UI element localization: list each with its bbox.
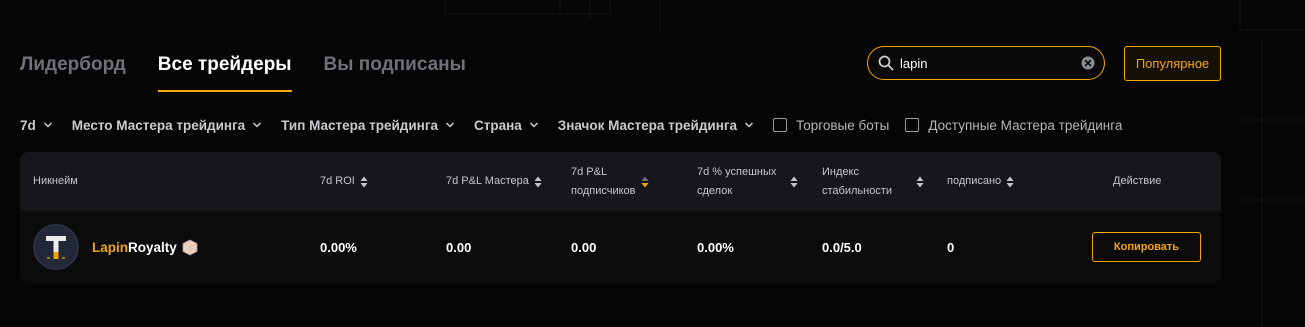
header-stability-line1: Индекс bbox=[822, 166, 859, 178]
header-nickname: Никнейм bbox=[33, 172, 78, 191]
sort-icon[interactable] bbox=[790, 176, 798, 188]
search-box bbox=[867, 46, 1105, 80]
chevron-down-icon bbox=[744, 122, 754, 128]
header-master-pnl[interactable]: 7d P&L Мастера bbox=[446, 172, 542, 191]
period-filter[interactable]: 7d bbox=[20, 118, 53, 133]
header-action-label: Действие bbox=[1113, 175, 1162, 187]
avatar[interactable] bbox=[33, 224, 79, 270]
nickname-highlight: Lapin bbox=[92, 240, 128, 255]
sort-icon[interactable] bbox=[534, 176, 542, 188]
tab-all-traders[interactable]: Все трейдеры bbox=[157, 52, 292, 92]
available-masters-label: Доступные Мастера трейдинга bbox=[928, 117, 1123, 133]
table-header: Никнейм 7d ROI 7d P&L Мастера 7d P&L под… bbox=[20, 152, 1221, 211]
subscribers-pnl-value: 0.00 bbox=[571, 240, 597, 255]
trader-nickname[interactable]: Lapin Royalty bbox=[92, 239, 199, 256]
header-action: Действие bbox=[1113, 172, 1161, 191]
search-icon bbox=[878, 55, 894, 71]
header-nickname-label: Никнейм bbox=[33, 175, 78, 187]
subscribed-value: 0 bbox=[947, 240, 955, 255]
popular-button[interactable]: Популярное bbox=[1124, 46, 1221, 81]
master-badge-filter-label: Значок Мастера трейдинга bbox=[557, 117, 737, 133]
checkbox-box[interactable] bbox=[905, 118, 920, 132]
header-win-rate-line1: 7d % успешных bbox=[697, 166, 777, 178]
avatar-icon bbox=[33, 224, 79, 270]
header-subscribers-pnl-label: 7d P&L подписчиков bbox=[571, 163, 636, 201]
chevron-down-icon bbox=[529, 122, 538, 128]
sort-icon[interactable] bbox=[1006, 176, 1014, 188]
chevron-down-icon bbox=[253, 122, 262, 128]
master-place-filter[interactable]: Место Мастера трейдинга bbox=[72, 118, 262, 133]
master-place-filter-label: Место Мастера трейдинга bbox=[71, 117, 246, 133]
master-pnl-value: 0.00 bbox=[446, 240, 472, 255]
trading-bots-label: Торговые боты bbox=[796, 117, 890, 133]
trading-bots-checkbox[interactable]: Торговые боты bbox=[773, 118, 889, 133]
master-type-filter[interactable]: Тип Мастера трейдинга bbox=[281, 118, 455, 133]
period-filter-label: 7d bbox=[20, 117, 36, 133]
header-stability-line2: стабильности bbox=[822, 185, 893, 197]
chevron-down-icon bbox=[43, 122, 52, 128]
copy-button[interactable]: Копировать bbox=[1092, 232, 1201, 262]
clear-icon[interactable] bbox=[1081, 56, 1095, 70]
header-win-rate-label: 7d % успешных сделок bbox=[697, 163, 776, 201]
header-stability[interactable]: Индекс стабильности bbox=[822, 163, 924, 201]
header-stability-label: Индекс стабильности bbox=[822, 163, 892, 201]
header-win-rate[interactable]: 7d % успешных сделок bbox=[697, 163, 798, 201]
trader-tabs: Лидерборд Все трейдеры Вы подписаны bbox=[20, 52, 466, 92]
nickname-rest: Royalty bbox=[128, 240, 177, 255]
country-filter-label: Страна bbox=[473, 117, 522, 133]
country-filter[interactable]: Страна bbox=[474, 118, 539, 133]
sort-icon[interactable] bbox=[360, 176, 368, 188]
available-masters-checkbox[interactable]: Доступные Мастера трейдинга bbox=[905, 118, 1122, 133]
tab-subscribed[interactable]: Вы подписаны bbox=[324, 52, 466, 92]
filter-bar: 7d Место Мастера трейдинга Тип Мастера т… bbox=[20, 114, 1138, 136]
master-type-filter-label: Тип Мастера трейдинга bbox=[281, 117, 438, 133]
header-roi-label: 7d ROI bbox=[320, 175, 355, 187]
tab-leaderboard[interactable]: Лидерборд bbox=[20, 52, 126, 92]
search-input[interactable] bbox=[900, 55, 1070, 71]
table-row: Lapin Royalty 0.00% 0.00 0.00 0.00% 0.0/5… bbox=[20, 211, 1221, 283]
header-roi[interactable]: 7d ROI bbox=[320, 172, 368, 191]
master-badge-filter[interactable]: Значок Мастера трейдинга bbox=[558, 118, 754, 133]
checkbox-box[interactable] bbox=[773, 118, 787, 132]
header-subscribers-pnl-line1: 7d P&L bbox=[571, 166, 608, 178]
sort-active-icon[interactable] bbox=[641, 176, 649, 188]
win-rate-value: 0.00% bbox=[697, 240, 734, 255]
roi-value: 0.00% bbox=[320, 240, 357, 255]
header-win-rate-line2: сделок bbox=[697, 185, 733, 197]
header-subscribed-label: подписано bbox=[947, 175, 1002, 187]
header-subscribers-pnl-line2: подписчиков bbox=[571, 185, 636, 197]
badge-icon bbox=[182, 239, 198, 256]
header-master-pnl-label: 7d P&L Мастера bbox=[446, 175, 529, 187]
stability-value: 0.0/5.0 bbox=[822, 240, 862, 255]
traders-table: Никнейм 7d ROI 7d P&L Мастера 7d P&L под… bbox=[20, 152, 1221, 283]
header-subscribers-pnl[interactable]: 7d P&L подписчиков bbox=[571, 163, 649, 201]
header-subscribed[interactable]: подписано bbox=[947, 172, 1014, 191]
chevron-down-icon bbox=[445, 122, 454, 128]
sort-icon[interactable] bbox=[916, 176, 924, 188]
